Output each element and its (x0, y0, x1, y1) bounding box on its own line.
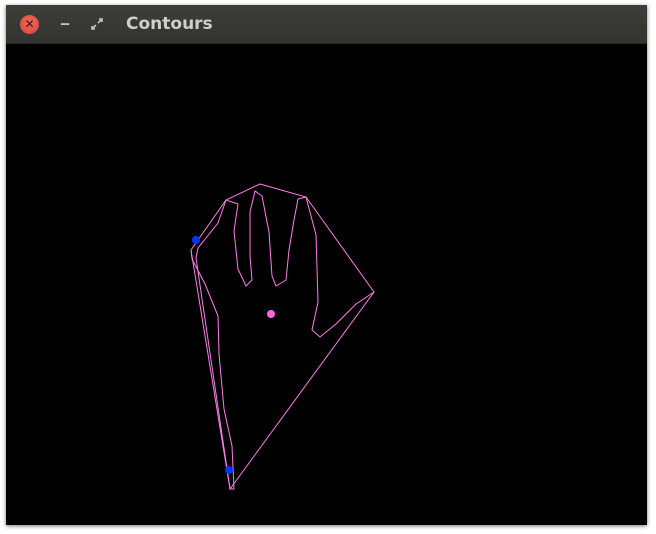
close-button[interactable]: ✕ (20, 15, 39, 34)
contours-canvas[interactable] (6, 44, 647, 525)
minimize-button[interactable]: ‒ (58, 14, 72, 34)
minimize-icon: ‒ (60, 16, 70, 32)
hand-contour (190, 190, 375, 490)
title-bar[interactable]: ✕ ‒ Contours (6, 5, 647, 44)
contours-drawing (190, 183, 375, 491)
restore-icon (91, 18, 103, 30)
window-title: Contours (126, 14, 213, 34)
close-icon: ✕ (24, 17, 35, 31)
contours-window: ✕ ‒ Contours (6, 5, 647, 525)
defect-point (192, 236, 200, 244)
centroid-point (267, 310, 275, 318)
defect-point (225, 466, 233, 474)
restore-button[interactable] (90, 16, 104, 32)
